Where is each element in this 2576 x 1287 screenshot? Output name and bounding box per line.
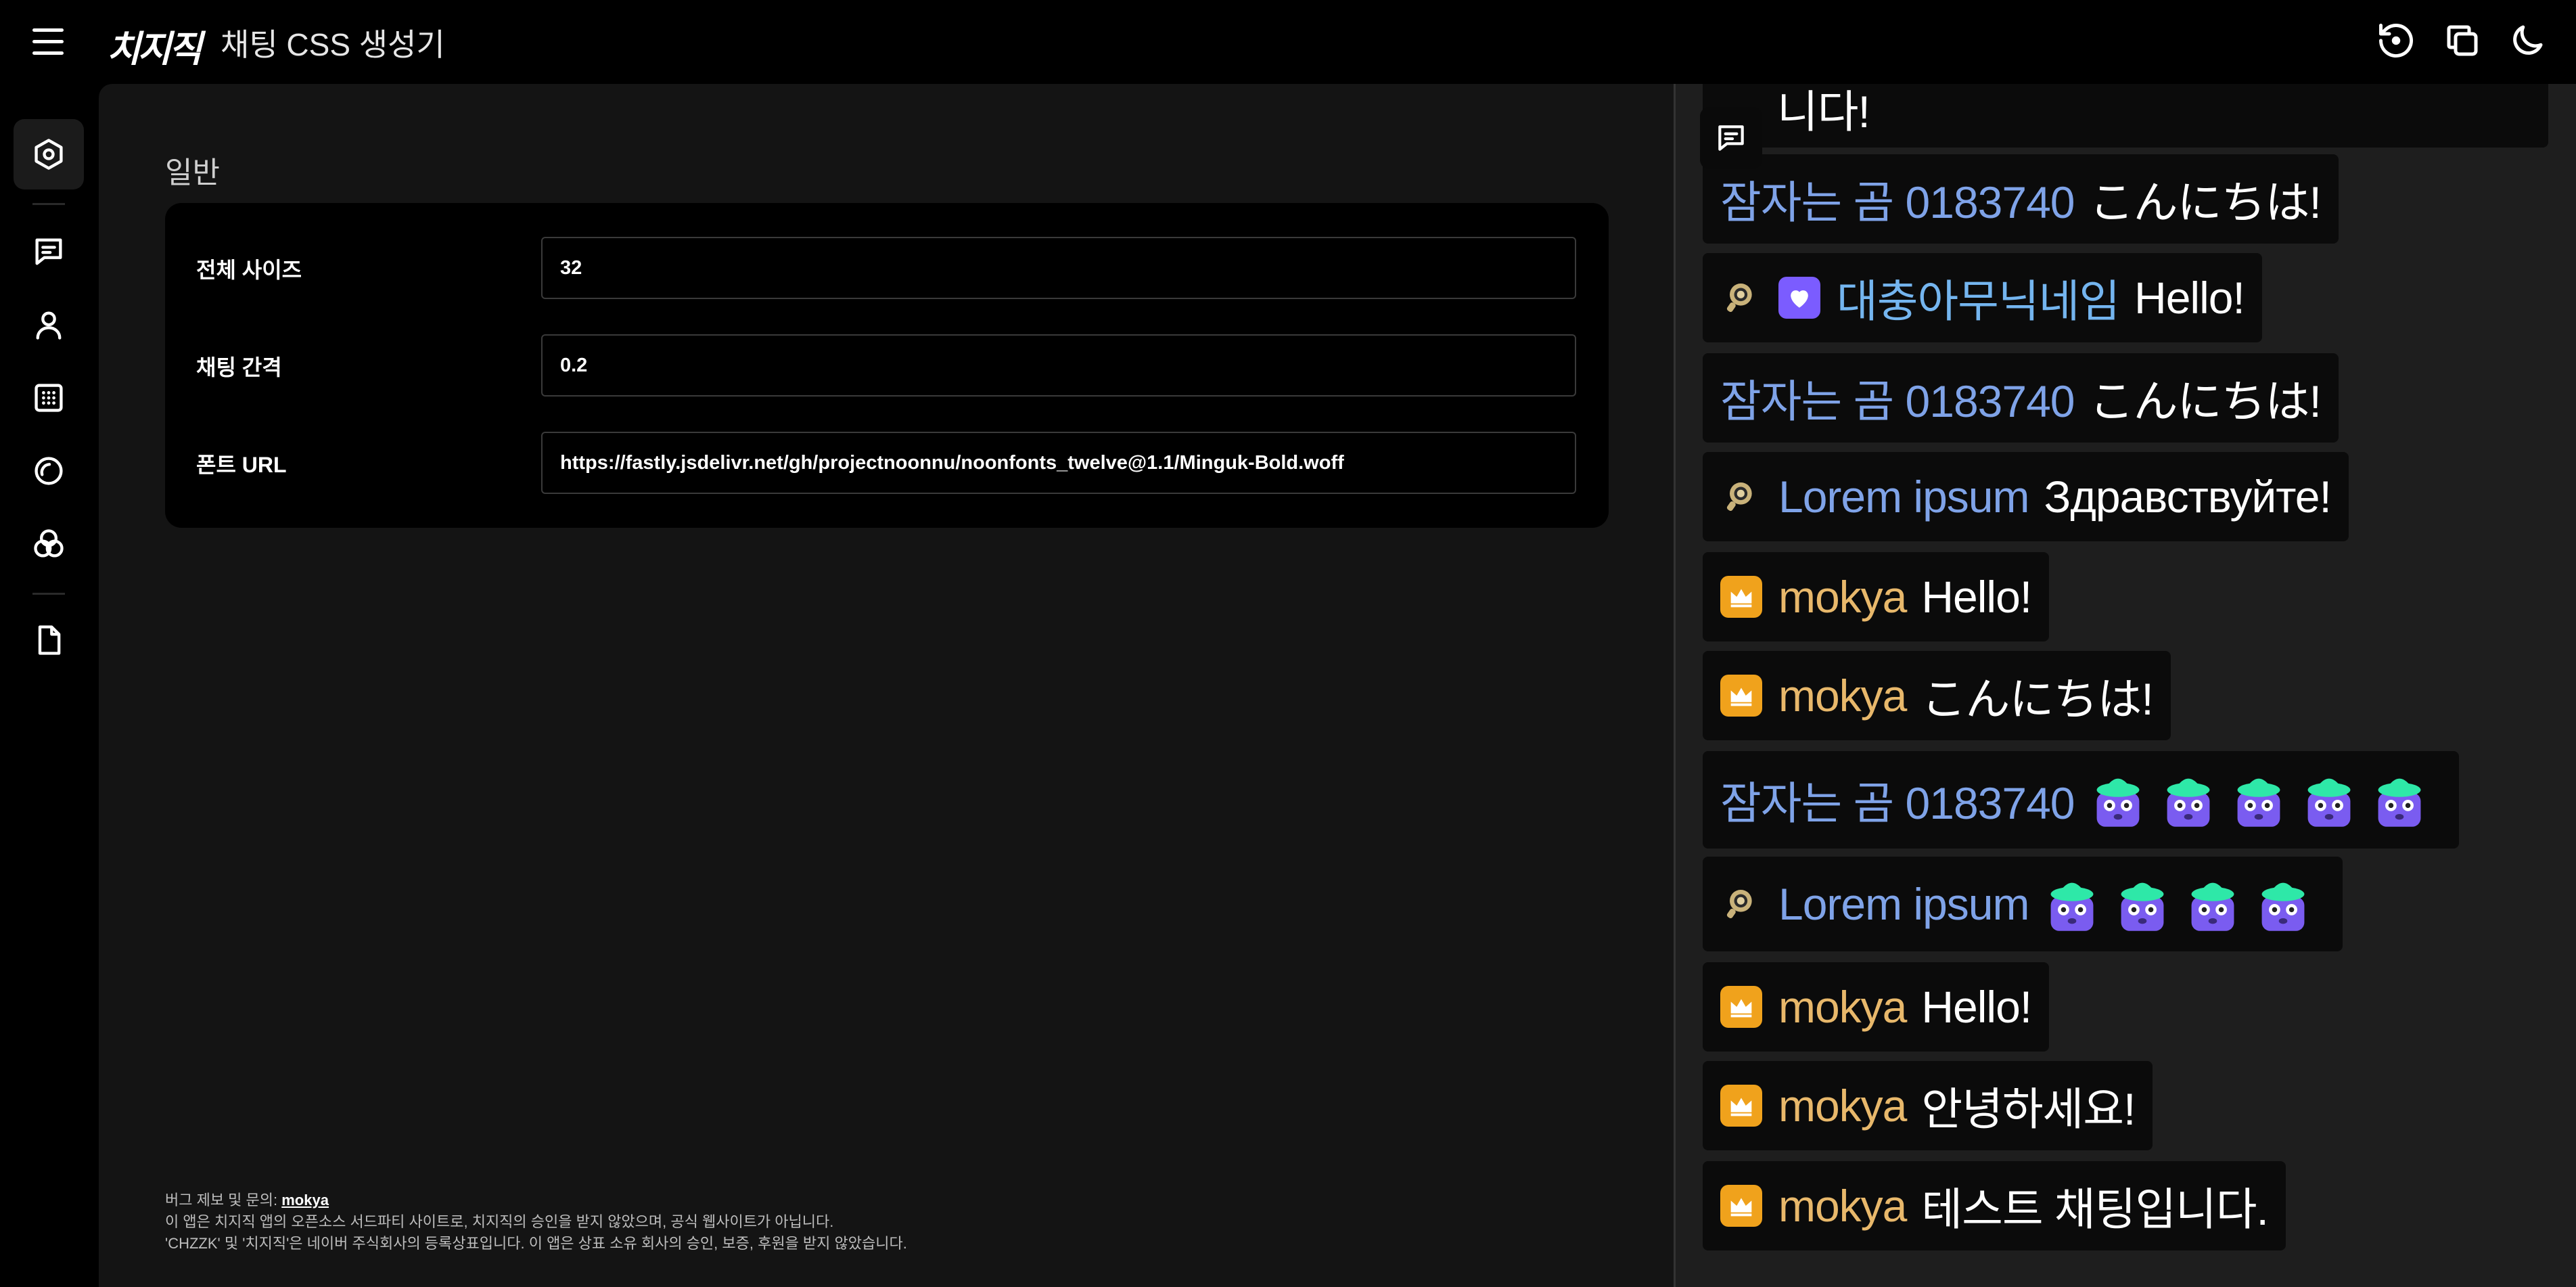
emote-icon (2237, 778, 2280, 827)
coin-badge-icon (1726, 284, 1752, 313)
chat-message-text: こんにちは! (2089, 177, 2322, 227)
chat-message-partial: 니다! (1703, 84, 2548, 148)
chat-preview: 니다! 잠자는 곰 0183740 こんにちは! 대충아무닉네임 Hello! 잠자는 … (1674, 84, 2576, 1287)
app-title: 채팅 CSS 생성기 (221, 27, 445, 62)
emote-icon (2307, 778, 2350, 827)
chat-message: mokya こんにちは! (1703, 651, 2171, 740)
badge-icon (34, 384, 63, 412)
chat-message-text: 안녕하세요! (1921, 1084, 2136, 1134)
chat-message-text: 니다! (1777, 87, 1870, 137)
sidebar (0, 84, 99, 1287)
menu-icon[interactable] (32, 28, 64, 55)
settings-icon (34, 139, 63, 170)
chat-message: 대충아무닉네임 Hello! (1703, 253, 2262, 342)
chat-message: mokya Hello! (1703, 552, 2050, 641)
copy-icon[interactable] (2442, 20, 2483, 61)
total-size-label: 전체 사이즈 (196, 258, 302, 282)
app-logo: 치지직 (107, 29, 202, 70)
chat-message-text: Hello! (1921, 572, 2032, 622)
palette-icon (34, 529, 64, 558)
sidebar-item-chat[interactable] (14, 217, 84, 287)
footer: 버그 제보 및 문의: mokya 이 앱은 치지직 앱의 오픈소스 서드파티 … (165, 1190, 907, 1255)
chat-message: 잠자는 곰 0183740 こんにちは! (1703, 353, 2339, 443)
sidebar-item-shape[interactable] (14, 436, 84, 506)
sidebar-divider (32, 203, 65, 205)
user-icon (36, 311, 62, 340)
moon-icon[interactable] (2507, 20, 2548, 61)
chat-message-text: こんにちは! (1921, 674, 2153, 724)
emote-icon (2378, 778, 2420, 827)
top-bar: 치지직 채팅 CSS 생성기 (0, 0, 2576, 84)
chat-toggle-button[interactable] (1700, 107, 1762, 169)
footer-trademark: 'CHZZK' 및 '치지직'은 네이버 주식회사의 등록상표입니다. 이 앱은… (165, 1235, 907, 1252)
chat-message-text: Hello! (2134, 273, 2245, 323)
chat-message: Lorem ipsum (1703, 857, 2343, 951)
settings-panel: 일반 전체 사이즈 채팅 간격 폰트 URL 버그 제보 및 문의: mokya… (99, 84, 1674, 1287)
font-url-label: 폰트 URL (196, 453, 287, 477)
chat-nickname: 잠자는 곰 0183740 (1720, 177, 2075, 227)
chat-message-text: こんにちは! (2089, 376, 2322, 426)
history-icon[interactable] (2376, 20, 2416, 61)
chat-nickname: mokya (1778, 572, 1907, 622)
sidebar-divider (32, 593, 65, 595)
heart-badge-icon (1778, 277, 1820, 319)
section-title: 일반 (165, 156, 220, 189)
chat-nickname: mokya (1778, 1181, 1907, 1231)
chat-message-text: 테스트 채팅입니다. (1921, 1184, 2268, 1234)
chat-message: 잠자는 곰 0183740 (1703, 751, 2459, 849)
font-url-input[interactable] (541, 432, 1576, 494)
circle-icon (34, 457, 63, 485)
footer-report-link[interactable]: mokya (281, 1192, 329, 1209)
chat-message: mokya 테스트 채팅입니다. (1703, 1161, 2286, 1250)
footer-disclaimer: 이 앱은 치지직 앱의 오픈소스 서드파티 사이트로, 치지직의 승인을 받지 … (165, 1213, 834, 1230)
emote-icon (2192, 882, 2234, 931)
crown-badge-icon (1720, 576, 1762, 618)
sidebar-item-user[interactable] (14, 290, 84, 360)
sidebar-item-badge[interactable] (14, 363, 84, 433)
chat-message-text: Здравствуйте! (2044, 472, 2331, 522)
chat-nickname: 대충아무닉네임 (1837, 276, 2120, 326)
chat-spacing-input[interactable] (541, 334, 1576, 397)
chat-message-text: Hello! (1921, 982, 2032, 1032)
coin-badge-icon (1726, 482, 1752, 512)
sidebar-item-color[interactable] (14, 509, 84, 579)
emote-icon (2167, 778, 2209, 827)
sidebar-item-general[interactable] (14, 119, 84, 189)
chat-message: Lorem ipsum Здравствуйте! (1703, 452, 2349, 541)
file-icon (38, 625, 61, 655)
chat-spacing-label: 채팅 간격 (196, 355, 282, 380)
crown-badge-icon (1720, 986, 1762, 1028)
chat-nickname: 잠자는 곰 0183740 (1720, 376, 2075, 426)
chat-nickname: 잠자는 곰 0183740 (1720, 778, 2075, 828)
chat-nickname: mokya (1778, 982, 1907, 1032)
chat-nickname: Lorem ipsum (1778, 472, 2029, 522)
total-size-input[interactable] (541, 237, 1576, 299)
chat-message: 잠자는 곰 0183740 こんにちは! (1703, 154, 2339, 244)
emote-icon (2096, 778, 2139, 827)
chat-message: mokya 안녕하세요! (1703, 1061, 2153, 1150)
crown-badge-icon (1720, 1185, 1762, 1227)
crown-badge-icon (1720, 675, 1762, 717)
chat-icon (35, 238, 62, 265)
footer-report-prefix: 버그 제보 및 문의: (165, 1192, 282, 1209)
chat-icon (1718, 125, 1744, 151)
coin-badge-icon (1726, 890, 1752, 919)
sidebar-item-css[interactable] (14, 605, 84, 675)
emote-icon (2262, 882, 2305, 931)
emote-icon (2121, 882, 2164, 931)
general-settings-card: 전체 사이즈 채팅 간격 폰트 URL (165, 203, 1609, 528)
chat-message: mokya Hello! (1703, 962, 2050, 1052)
chat-nickname: mokya (1778, 671, 1907, 721)
crown-badge-icon (1720, 1085, 1762, 1127)
chat-nickname: mokya (1778, 1081, 1907, 1131)
chat-nickname: Lorem ipsum (1778, 879, 2029, 929)
emote-icon (2051, 882, 2094, 931)
